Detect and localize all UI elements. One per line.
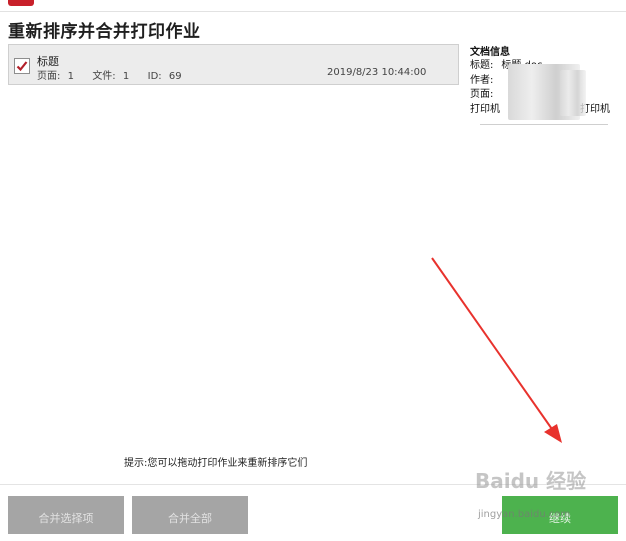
doc-pages-label: 页面:: [470, 89, 494, 100]
merge-selected-button[interactable]: 合并选择项: [8, 496, 124, 534]
job-meta: 页面: 1 文件: 1 ID: 69: [37, 67, 182, 82]
job-date: 2019/8/23 10:44:00: [327, 67, 427, 78]
job-files-value: 1: [122, 71, 130, 82]
page-title: 重新排序并合并打印作业: [8, 22, 201, 42]
app-logo-icon: [8, 0, 34, 6]
doc-title-label: 标题:: [470, 60, 494, 71]
print-job-list[interactable]: 标题 页面: 1 文件: 1 ID: 69 2019/8/23 10:44:00: [8, 44, 459, 464]
job-id-label: ID:: [147, 71, 162, 82]
redacted-blur: [560, 70, 586, 116]
merge-all-button[interactable]: 合并全部: [132, 496, 248, 534]
print-job-item[interactable]: 标题 页面: 1 文件: 1 ID: 69 2019/8/23 10:44:00: [8, 44, 459, 85]
watermark-url: jingyan.baidu.com: [478, 509, 571, 520]
job-id-value: 69: [168, 71, 182, 82]
watermark-logo: Baidu 经验: [475, 469, 587, 493]
checkmark-icon: [16, 61, 28, 72]
job-pages-value: 1: [67, 71, 74, 82]
red-arrow-annotation: [431, 257, 562, 443]
info-divider: [480, 124, 608, 125]
top-bar: [0, 0, 626, 12]
hint-text: 提示:您可以拖动打印作业来重新排序它们: [124, 458, 308, 469]
doc-printer-label: 打印机: [470, 103, 500, 115]
job-files-label: 文件:: [92, 71, 116, 82]
job-pages-label: 页面:: [37, 71, 61, 82]
doc-author-label: 作者:: [470, 74, 494, 86]
document-info-heading: 文档信息: [470, 47, 510, 58]
job-checkbox[interactable]: [14, 58, 30, 74]
